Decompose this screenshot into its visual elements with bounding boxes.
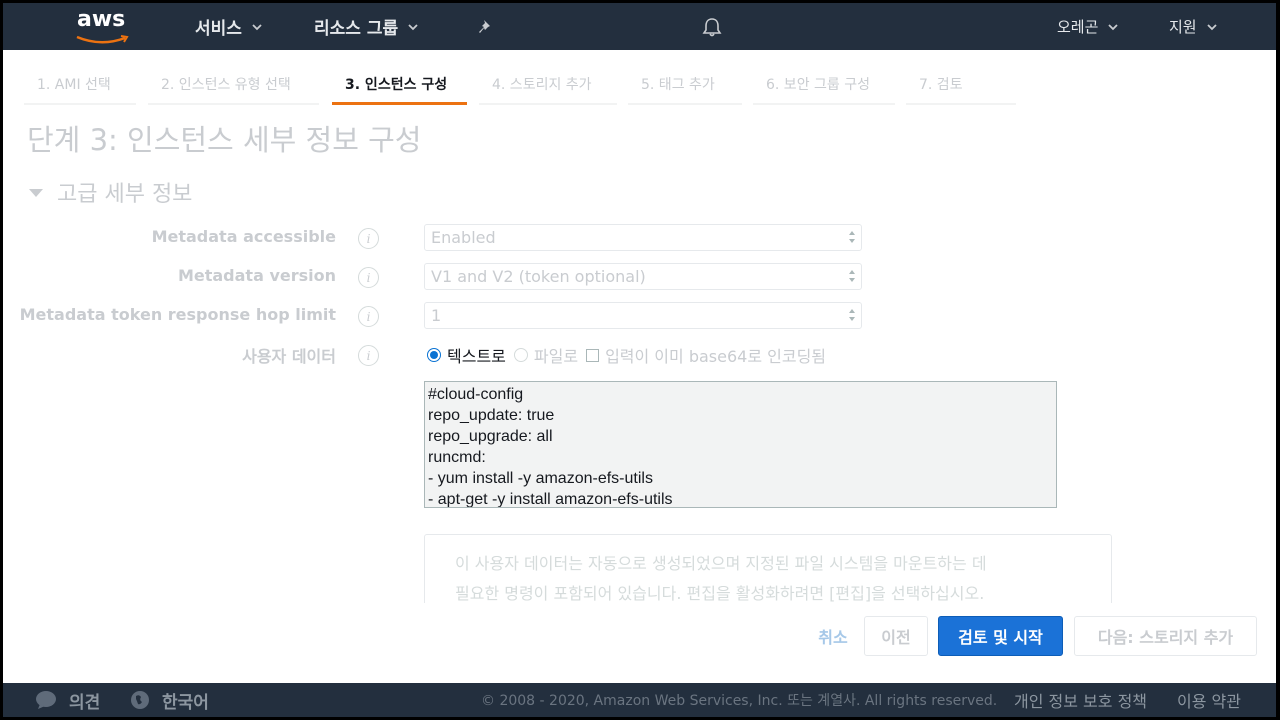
- code-line: #cloud-config: [428, 386, 524, 403]
- tab-review[interactable]: 7. 검토: [906, 65, 1016, 105]
- code-line: - apt-get -y install amazon-efs-utils: [428, 491, 673, 508]
- copyright-text: © 2008 - 2020, Amazon Web Services, Inc.…: [481, 693, 998, 709]
- tab-label: 2. 인스턴스 유형 선택: [161, 77, 291, 93]
- code-line: repo_upgrade: all: [428, 428, 553, 445]
- resource-groups-menu[interactable]: 리소스 그룹: [314, 3, 418, 50]
- top-navigation-bar: aws 서비스 리소스 그룹 오레곤 지원: [3, 3, 1276, 50]
- user-data-textarea[interactable]: #cloud-config repo_update: true repo_upg…: [424, 381, 1057, 508]
- option-as-text-label: 텍스트로: [447, 347, 506, 366]
- tab-add-tags[interactable]: 5. 태그 추가: [628, 65, 742, 105]
- console-frame: aws 서비스 리소스 그룹 오레곤 지원 1. AMI 선택 2. 인스턴스 …: [3, 3, 1276, 717]
- info-icon[interactable]: i: [358, 267, 379, 288]
- tab-label: 7. 검토: [919, 77, 963, 93]
- hop-limit-select[interactable]: 1: [424, 302, 862, 329]
- hop-limit-label: Metadata token response hop limit: [19, 305, 336, 324]
- metadata-version-select[interactable]: V1 and V2 (token optional): [424, 263, 862, 290]
- select-value: 1: [431, 306, 442, 325]
- select-value: V1 and V2 (token optional): [431, 267, 646, 286]
- tab-label: 5. 태그 추가: [641, 77, 715, 93]
- support-menu[interactable]: 지원: [1169, 3, 1217, 50]
- resource-groups-label: 리소스 그룹: [314, 19, 399, 39]
- user-data-info-box: 이 사용자 데이터는 자동으로 생성되었으며 지정된 파일 시스템을 마운트하는…: [424, 534, 1112, 614]
- advanced-details-toggle[interactable]: 고급 세부 정보: [29, 176, 192, 208]
- user-data-label: 사용자 데이터: [242, 347, 336, 366]
- cancel-button[interactable]: 취소: [809, 616, 857, 656]
- info-icon[interactable]: i: [358, 228, 379, 249]
- aws-logo[interactable]: aws: [73, 7, 133, 45]
- code-line: - yum install -y amazon-efs-utils: [428, 470, 653, 487]
- tab-label: 4. 스토리지 추가: [492, 77, 592, 93]
- aws-logo-text: aws: [77, 7, 126, 32]
- code-line: repo_update: true: [428, 407, 555, 424]
- select-arrows-icon: [849, 231, 855, 243]
- tab-label: 6. 보안 그룹 구성: [766, 77, 870, 93]
- caret-down-icon: [29, 189, 43, 197]
- metadata-accessible-label: Metadata accessible: [151, 227, 336, 246]
- chevron-down-icon: [408, 23, 418, 30]
- support-label: 지원: [1169, 18, 1197, 36]
- previous-button[interactable]: 이전: [864, 616, 928, 656]
- language-selector[interactable]: 한국어: [130, 683, 209, 717]
- speech-bubble-icon: [36, 691, 56, 709]
- user-data-input-mode: 텍스트로 파일로 입력이 이미 base64로 인코딩됨: [427, 344, 834, 366]
- feedback-button[interactable]: 의견: [35, 683, 100, 717]
- tab-security-group[interactable]: 6. 보안 그룹 구성: [753, 65, 895, 105]
- tab-choose-ami[interactable]: 1. AMI 선택: [24, 65, 136, 105]
- chevron-down-icon: [1108, 23, 1119, 30]
- tab-configure-instance[interactable]: 3. 인스턴스 구성: [332, 65, 467, 105]
- base64-checkbox[interactable]: [586, 348, 600, 362]
- tab-label: 1. AMI 선택: [37, 77, 111, 93]
- globe-icon: [131, 691, 149, 709]
- console-footer: 의견 한국어 © 2008 - 2020, Amazon Web Service…: [3, 683, 1276, 717]
- tab-label: 3. 인스턴스 구성: [345, 77, 448, 93]
- select-value: Enabled: [431, 228, 496, 247]
- tab-add-storage[interactable]: 4. 스토리지 추가: [479, 65, 617, 105]
- region-menu[interactable]: 오레곤: [1057, 3, 1119, 50]
- bell-icon: [702, 17, 722, 36]
- code-line: runcmd:: [428, 449, 486, 466]
- chevron-down-icon: [1206, 23, 1217, 30]
- services-menu[interactable]: 서비스: [195, 3, 262, 50]
- pin-button[interactable]: [477, 3, 495, 50]
- feedback-label: 의견: [69, 692, 101, 713]
- radio-as-text[interactable]: [427, 348, 441, 362]
- terms-of-use-link[interactable]: 이용 약관: [1177, 683, 1241, 717]
- chevron-down-icon: [252, 23, 262, 30]
- review-and-launch-button[interactable]: 검토 및 시작: [938, 616, 1063, 656]
- info-icon[interactable]: i: [358, 306, 379, 327]
- select-arrows-icon: [849, 309, 855, 321]
- region-label: 오레곤: [1057, 18, 1099, 36]
- language-label: 한국어: [162, 692, 209, 713]
- aws-smile-icon: [76, 35, 129, 44]
- wizard-action-bar: 취소 이전 검토 및 시작 다음: 스토리지 추가: [3, 603, 1276, 683]
- metadata-version-label: Metadata version: [177, 266, 336, 285]
- info-icon[interactable]: i: [358, 345, 379, 366]
- services-label: 서비스: [195, 19, 242, 39]
- radio-as-file[interactable]: [513, 348, 528, 362]
- metadata-accessible-select[interactable]: Enabled: [424, 224, 862, 251]
- select-arrows-icon: [849, 270, 855, 282]
- next-add-storage-button[interactable]: 다음: 스토리지 추가: [1074, 616, 1257, 656]
- info-text-line: 이 사용자 데이터는 자동으로 생성되었으며 지정된 파일 시스템을 마운트하는…: [455, 554, 987, 573]
- option-as-file-label: 파일로: [533, 347, 579, 366]
- notifications-button[interactable]: [701, 3, 723, 50]
- privacy-policy-link[interactable]: 개인 정보 보호 정책: [1014, 683, 1147, 717]
- base64-label: 입력이 이미 base64로 인코딩됨: [605, 347, 827, 366]
- page-title: 단계 3: 인스턴스 세부 정보 구성: [27, 123, 422, 157]
- pin-icon: [479, 19, 490, 33]
- section-title: 고급 세부 정보: [57, 182, 193, 207]
- tab-instance-type[interactable]: 2. 인스턴스 유형 선택: [148, 65, 319, 105]
